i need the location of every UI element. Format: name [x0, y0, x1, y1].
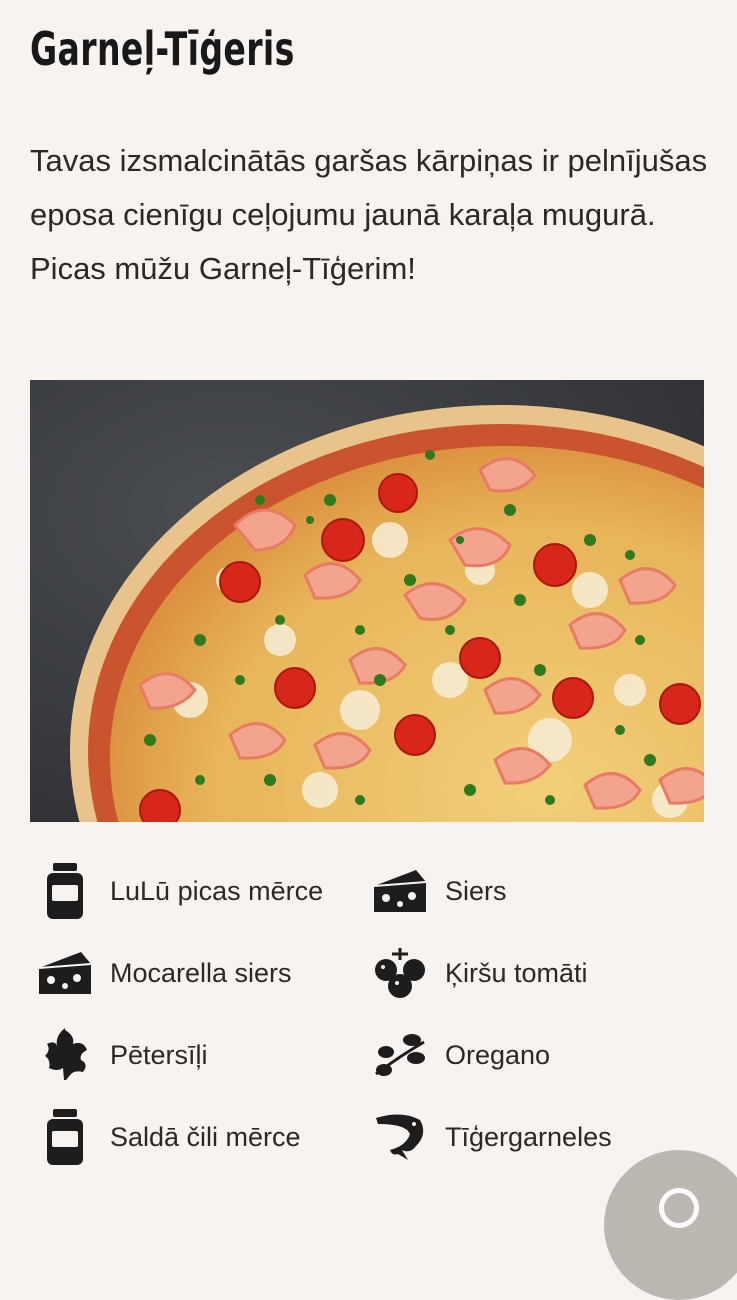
ingredient-label: Oregano — [445, 1039, 551, 1070]
sauce-jar-icon — [30, 1109, 100, 1165]
ingredient-label: Pētersīļi — [110, 1039, 208, 1070]
ingredient-item: Pētersīļi — [30, 1014, 365, 1096]
cheese-icon — [30, 945, 100, 1001]
ingredient-label: Mocarella siers — [110, 957, 292, 988]
sauce-jar-icon — [30, 863, 100, 919]
ingredient-item: Siers — [365, 850, 700, 932]
pizza-photo — [30, 380, 704, 822]
ingredient-label: Tīģergarneles — [445, 1121, 612, 1152]
cherry-tomatoes-icon — [365, 945, 435, 1001]
cheese-icon — [365, 863, 435, 919]
circle-icon — [659, 1188, 699, 1228]
ingredient-item: Oregano — [365, 1014, 700, 1096]
product-page: Garneļ-Tīģeris Tavas izsmalcinātās garša… — [0, 0, 737, 1300]
ingredient-item: Saldā čili mērce — [30, 1096, 365, 1178]
product-description: Tavas izsmalcinātās garšas kārpiņas ir p… — [30, 143, 708, 286]
ingredient-label: LuLū picas mērce — [110, 875, 324, 906]
parsley-icon — [30, 1027, 100, 1083]
ingredient-item: Ķiršu tomāti — [365, 932, 700, 1014]
ingredients-list: LuLū picas mērce Siers Mocarella siers Ķ… — [30, 850, 720, 1178]
shrimp-icon — [365, 1109, 435, 1165]
ingredient-item: LuLū picas mērce — [30, 850, 365, 932]
ingredient-label: Saldā čili mērce — [110, 1121, 301, 1152]
ingredient-label: Siers — [445, 875, 507, 906]
product-title: Garneļ-Tīģeris — [30, 22, 295, 76]
oregano-icon — [365, 1027, 435, 1083]
ingredient-item: Mocarella siers — [30, 932, 365, 1014]
floating-action-button[interactable] — [604, 1150, 737, 1300]
ingredient-label: Ķiršu tomāti — [445, 957, 588, 988]
